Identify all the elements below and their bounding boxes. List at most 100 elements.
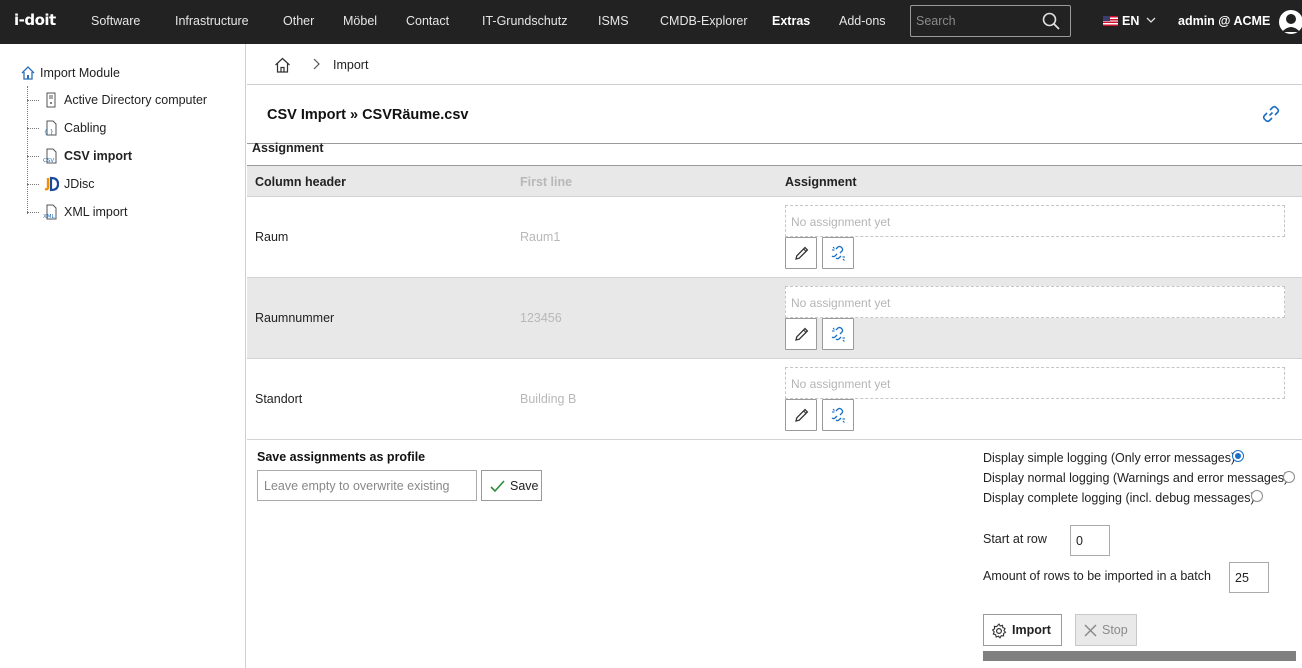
breadcrumb-current[interactable]: Import (333, 58, 368, 72)
first-line-header-label: First line (520, 175, 573, 189)
user-avatar-icon[interactable] (1278, 8, 1302, 36)
top-navigation-bar: i-doit Software Infrastructure Other Möb… (0, 0, 1302, 44)
remove-assignment-button[interactable] (822, 318, 854, 350)
table-row: Raumnummer 123456 No assignment yet (247, 278, 1302, 359)
column-header-cell: Raum (255, 230, 289, 244)
nav-contact[interactable]: Contact (406, 0, 449, 44)
stop-button[interactable]: Stop (1075, 614, 1137, 646)
i-doit-logo[interactable]: i-doit (14, 11, 56, 29)
nav-other[interactable]: Other (283, 0, 314, 44)
server-icon (46, 92, 56, 108)
assignment-header-label: Assignment (785, 175, 857, 189)
remove-assignment-button[interactable] (822, 237, 854, 269)
tree-branch (27, 212, 39, 213)
cabling-file-icon: { } (44, 120, 57, 136)
home-icon (21, 66, 35, 80)
sidebar-item-active-directory[interactable]: Active Directory computer (27, 90, 242, 110)
gear-icon (991, 623, 1007, 639)
nav-cmdb-explorer[interactable]: CMDB-Explorer (660, 0, 748, 44)
checkmark-icon (490, 480, 505, 493)
save-profile-button[interactable]: Save (481, 470, 542, 501)
user-menu[interactable]: admin @ ACME (1178, 0, 1270, 44)
breadcrumb: Import (247, 44, 1302, 85)
svg-text:CSV: CSV (43, 158, 54, 164)
import-progress-bar (983, 651, 1296, 661)
logging-option-complete-label: Display complete logging (incl. debug me… (983, 491, 1255, 505)
link-icon[interactable] (1262, 105, 1280, 123)
pencil-icon (795, 327, 809, 341)
sidebar-item-csv-import[interactable]: CSV CSV import (27, 146, 242, 166)
stop-button-label: Stop (1102, 623, 1128, 637)
sidebar-item-label: Cabling (64, 121, 107, 135)
start-row-label: Start at row (983, 532, 1047, 546)
first-line-cell: Building B (520, 392, 577, 406)
logging-option-simple-label: Display simple logging (Only error messa… (983, 451, 1236, 465)
edit-assignment-button[interactable] (785, 399, 817, 431)
tree-root-label: Import Module (40, 66, 120, 80)
unlink-icon (831, 245, 845, 261)
nav-moebel[interactable]: Möbel (343, 0, 377, 44)
first-line-cell: 123456 (520, 311, 562, 325)
close-icon (1084, 624, 1097, 637)
language-label: EN (1122, 14, 1140, 28)
search-input[interactable] (911, 6, 1036, 36)
start-row-input[interactable] (1070, 525, 1110, 556)
column-header-label: Column header (255, 175, 346, 189)
save-button-label: Save (510, 479, 539, 493)
assignment-dropzone[interactable]: No assignment yet (785, 286, 1285, 318)
nav-it-grundschutz[interactable]: IT-Grundschutz (482, 0, 567, 44)
tree-branch (27, 128, 39, 129)
page-header: CSV Import » CSVRäume.csv (247, 85, 1302, 144)
search-icon[interactable] (1042, 12, 1060, 30)
csv-file-icon: CSV (43, 148, 57, 164)
batch-size-label: Amount of rows to be imported in a batch (983, 569, 1211, 583)
assignment-dropzone[interactable]: No assignment yet (785, 367, 1285, 399)
section-heading-assignment: Assignment (252, 141, 324, 155)
sidebar-item-label: Active Directory computer (64, 93, 208, 107)
column-header-cell: Standort (255, 392, 303, 406)
profile-name-input[interactable] (257, 470, 477, 501)
nav-isms[interactable]: ISMS (598, 0, 629, 44)
chevron-right-icon (313, 58, 320, 70)
first-line-cell: Raum1 (520, 230, 561, 244)
nav-infrastructure[interactable]: Infrastructure (175, 0, 249, 44)
nav-extras[interactable]: Extras (772, 0, 810, 44)
assignment-dropzone[interactable]: No assignment yet (785, 205, 1285, 237)
jdisc-icon (44, 176, 59, 192)
edit-assignment-button[interactable] (785, 237, 817, 269)
unlink-icon (831, 326, 845, 342)
sidebar-item-label: CSV import (64, 149, 133, 163)
logging-complete-radio[interactable] (1251, 490, 1263, 502)
pencil-icon (795, 408, 809, 422)
logging-option-normal-label: Display normal logging (Warnings and err… (983, 471, 1289, 485)
tree-branch (27, 100, 39, 101)
pencil-icon (795, 246, 809, 260)
table-row: Raum Raum1 No assignment yet (247, 197, 1302, 278)
sidebar-item-label: XML import (64, 205, 128, 219)
us-flag-icon (1103, 15, 1118, 26)
unlink-icon (831, 407, 845, 423)
home-icon[interactable] (274, 57, 291, 73)
batch-size-input[interactable] (1229, 562, 1269, 593)
sidebar: Import Module Active Directory computer … (0, 44, 246, 668)
remove-assignment-button[interactable] (822, 399, 854, 431)
xml-file-icon: XML (43, 204, 57, 220)
svg-text:{ }: { } (44, 129, 54, 136)
sidebar-item-jdisc[interactable]: JDisc (27, 174, 242, 194)
logging-simple-radio[interactable] (1232, 450, 1244, 462)
import-button-label: Import (1012, 623, 1051, 637)
sidebar-item-xml-import[interactable]: XML XML import (27, 202, 242, 222)
table-row: Standort Building B No assignment yet (247, 359, 1302, 440)
chevron-down-icon (1146, 17, 1156, 24)
import-button[interactable]: Import (983, 614, 1062, 646)
edit-assignment-button[interactable] (785, 318, 817, 350)
nav-add-ons[interactable]: Add-ons (839, 0, 886, 44)
svg-text:XML: XML (43, 214, 56, 220)
search-box (910, 5, 1071, 37)
language-selector[interactable]: EN (1103, 0, 1156, 44)
nav-software[interactable]: Software (91, 0, 140, 44)
sidebar-item-cabling[interactable]: { } Cabling (27, 118, 242, 138)
save-profile-heading: Save assignments as profile (257, 450, 426, 464)
logging-normal-radio[interactable] (1283, 471, 1295, 483)
tree-branch (27, 184, 39, 185)
